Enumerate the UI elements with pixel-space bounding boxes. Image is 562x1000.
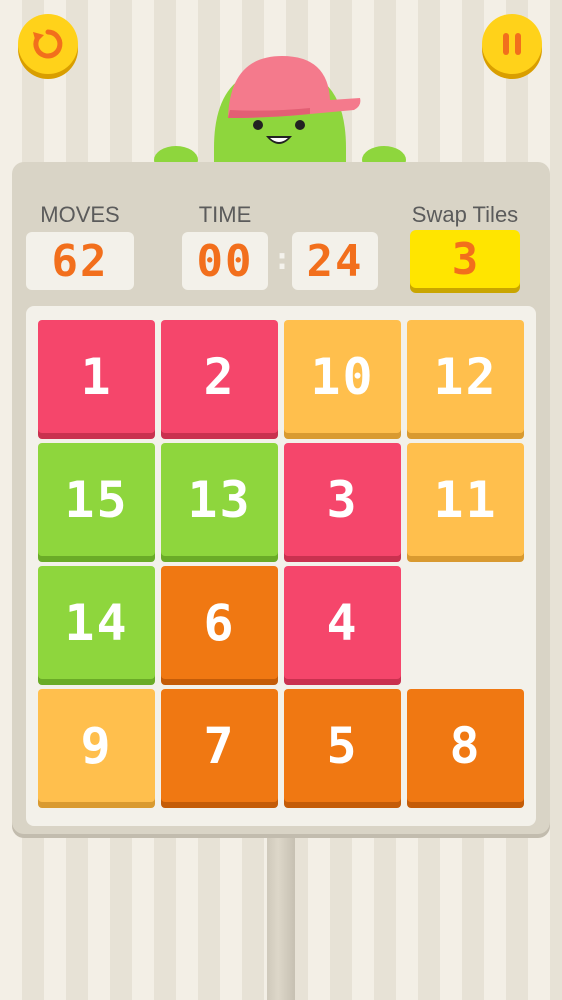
empty-slot[interactable] xyxy=(407,566,524,679)
restart-button[interactable] xyxy=(18,14,78,74)
restart-icon xyxy=(33,29,63,59)
puzzle-tile[interactable]: 5 xyxy=(284,689,401,802)
puzzle-tile[interactable]: 9 xyxy=(38,689,155,802)
puzzle-tile[interactable]: 4 xyxy=(284,566,401,679)
swap-tiles-button[interactable]: 3 xyxy=(410,230,520,288)
puzzle-tile[interactable]: 13 xyxy=(161,443,278,556)
puzzle-tile[interactable]: 1 xyxy=(38,320,155,433)
time-label: TIME xyxy=(198,202,252,227)
puzzle-tile[interactable]: 3 xyxy=(284,443,401,556)
puzzle-tile[interactable]: 12 xyxy=(407,320,524,433)
puzzle-tile[interactable]: 15 xyxy=(38,443,155,556)
puzzle-tile[interactable]: 7 xyxy=(161,689,278,802)
time-seconds: 24 xyxy=(292,232,378,290)
time-separator: : xyxy=(273,242,292,277)
sign-pole xyxy=(267,832,295,1000)
swap-tiles-label: Swap Tiles xyxy=(411,202,519,227)
puzzle-tile[interactable]: 10 xyxy=(284,320,401,433)
puzzle-tile[interactable]: 2 xyxy=(161,320,278,433)
pause-icon xyxy=(503,33,521,55)
puzzle-tile[interactable]: 14 xyxy=(38,566,155,679)
pause-button[interactable] xyxy=(482,14,542,74)
puzzle-tile[interactable]: 8 xyxy=(407,689,524,802)
moves-label: MOVES xyxy=(40,202,120,227)
moves-counter: 62 xyxy=(26,232,134,290)
puzzle-tile[interactable]: 6 xyxy=(161,566,278,679)
time-minutes: 00 xyxy=(182,232,268,290)
puzzle-tile[interactable]: 11 xyxy=(407,443,524,556)
